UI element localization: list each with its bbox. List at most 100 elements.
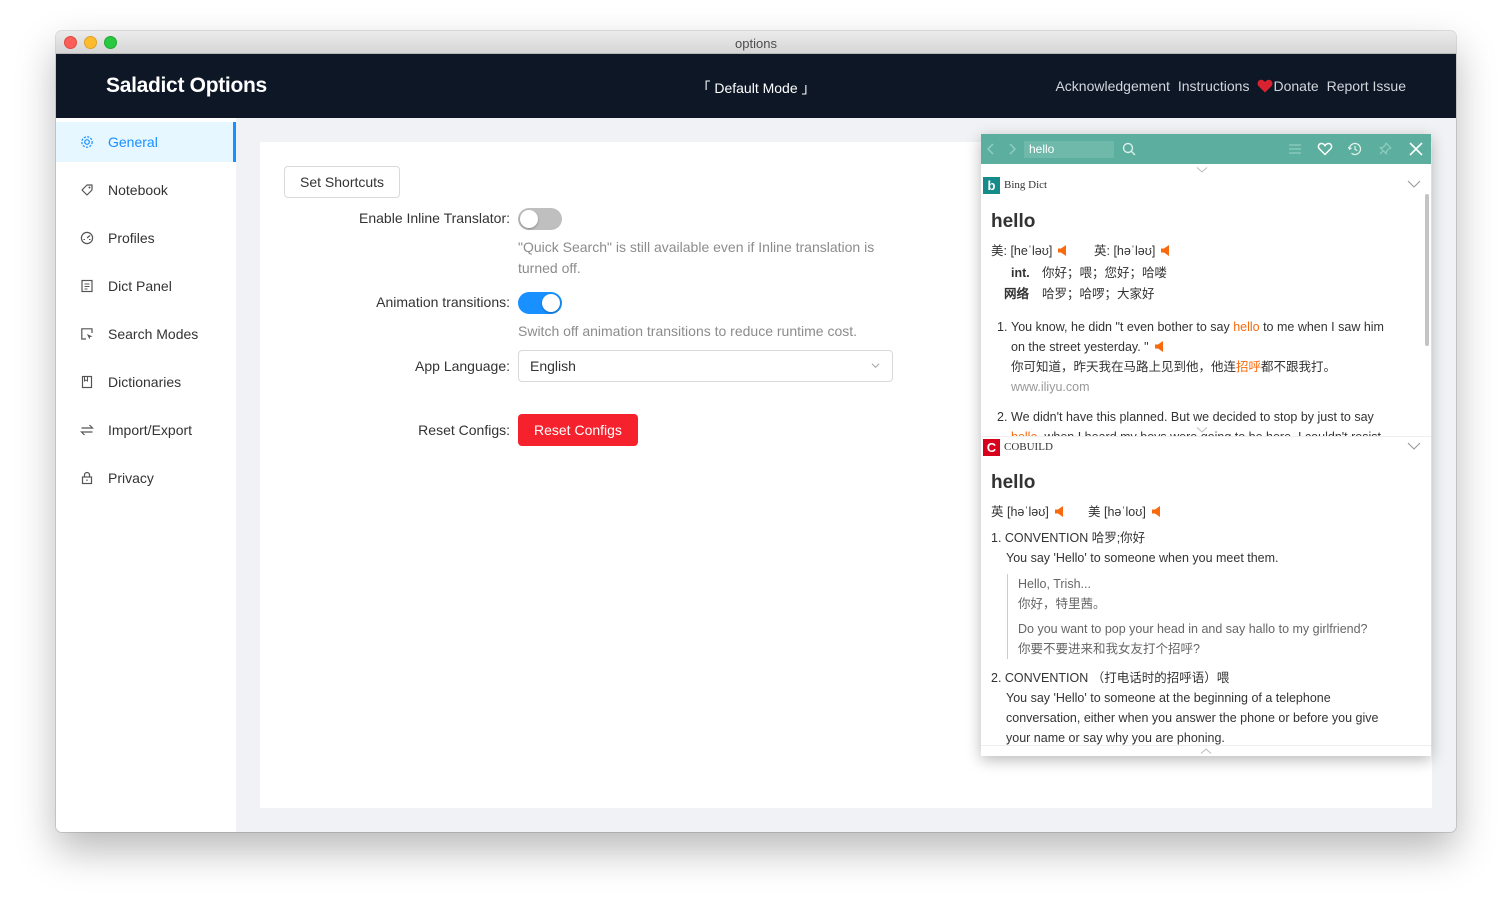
sidebar-item-import-export[interactable]: Import/Export (56, 410, 236, 450)
speaker-icon[interactable] (1154, 341, 1166, 352)
set-shortcuts-button[interactable]: Set Shortcuts (284, 166, 401, 198)
swap-icon (80, 424, 94, 436)
cobuild-example: Hello, Trish... 你好，特里茜。 Do you want to p… (1007, 574, 1368, 659)
pin-icon[interactable] (1377, 141, 1393, 157)
cobuild-sense-definition: You say 'Hello' to someone at the beginn… (1006, 691, 1331, 705)
speaker-icon[interactable] (1054, 506, 1066, 517)
panel-icon (81, 279, 93, 293)
sidebar-item-label: Profiles (108, 230, 155, 246)
chevron-down-icon[interactable] (1196, 426, 1208, 434)
sidebar-item-label: General (108, 134, 158, 150)
chevron-down-icon[interactable] (1407, 441, 1421, 451)
sidebar-item-general[interactable]: General (56, 122, 236, 162)
cobuild-uk-phonetic: 英 [həˈləʊ] (991, 501, 1066, 520)
panel-menubar: hello (981, 134, 1431, 164)
app-window: options Saladict Options 「 Default Mode … (56, 31, 1456, 832)
sidebar-item-label: Search Modes (108, 326, 199, 342)
chevron-down-icon[interactable] (1196, 166, 1208, 174)
bing-dict-name: Bing Dict (1004, 179, 1048, 191)
sidebar-item-label: Dict Panel (108, 278, 172, 294)
sidebar-item-label: Dictionaries (108, 374, 182, 390)
donate-label: Donate (1273, 78, 1319, 94)
reset-configs-button[interactable]: Reset Configs (518, 414, 638, 446)
animation-label: Animation transitions: (376, 294, 510, 310)
lock-icon (81, 471, 93, 485)
forward-icon[interactable] (1004, 141, 1020, 157)
cobuild-sense-definition: conversation, either when you answer the… (1006, 711, 1379, 725)
bing-pos: int. (1011, 266, 1030, 280)
close-icon[interactable] (1408, 141, 1424, 157)
gear-icon (81, 136, 93, 148)
bing-example-en: on the street yesterday. " (1011, 337, 1166, 357)
bing-meaning: 你好；喂；您好；哈喽 (1042, 266, 1168, 280)
select-icon (81, 328, 93, 340)
speaker-icon[interactable] (1151, 506, 1163, 517)
instructions-link[interactable]: Instructions (1178, 78, 1250, 94)
heart-icon (1258, 79, 1273, 93)
app-header: Saladict Options 「 Default Mode 」 Acknow… (56, 54, 1456, 118)
back-icon[interactable] (983, 141, 999, 157)
cobuild-example-zh: 你要不要进来和我女友打个招呼? (1018, 642, 1200, 656)
report-issue-link[interactable]: Report Issue (1327, 78, 1406, 94)
cobuild-dict-name: COBUILD (1004, 441, 1053, 453)
animation-switch[interactable] (518, 292, 562, 314)
panel-footer (981, 745, 1431, 756)
chevron-down-icon[interactable] (1407, 179, 1421, 189)
speaker-icon[interactable] (1161, 245, 1172, 256)
sidebar-item-search-modes[interactable]: Search Modes (56, 314, 236, 354)
bing-logo-icon: b (983, 177, 1000, 194)
bing-meaning: 哈罗；哈啰；大家好 (1042, 287, 1155, 301)
dict-panel: hello b Bing Dict hello 美: [heˈləʊ] 英: [… (981, 134, 1431, 756)
tag-icon (81, 184, 93, 196)
heart-outline-icon[interactable] (1317, 141, 1333, 157)
sidebar-item-dict-panel[interactable]: Dict Panel (56, 266, 236, 306)
cobuild-word: hello (991, 472, 1036, 493)
bing-example-number: 2. (997, 410, 1008, 424)
inline-translator-help: "Quick Search" is still available even i… (518, 239, 875, 276)
inline-translator-switch[interactable] (518, 208, 562, 230)
cobuild-sense-definition: your name or say why you are phoning. (1006, 731, 1225, 745)
panel-search-input[interactable]: hello (1024, 141, 1114, 158)
title-bar: options (56, 31, 1456, 54)
book-icon (81, 375, 93, 389)
bing-uk-phonetic: 英: [həˈləʊ] (1094, 240, 1172, 259)
speaker-icon[interactable] (1058, 245, 1069, 256)
donate-link[interactable]: Donate (1257, 78, 1319, 94)
sidebar-item-notebook[interactable]: Notebook (56, 170, 236, 210)
cobuild-example-en: Do you want to pop your head in and say … (1018, 622, 1368, 636)
history-icon[interactable] (1347, 141, 1363, 157)
cobuild-sense-heading: 1. CONVENTION 哈罗;你好 (991, 531, 1146, 545)
bing-example-number: 1. (997, 320, 1008, 334)
cobuild-example-en: Hello, Trish... (1018, 577, 1091, 591)
scrollbar[interactable] (1425, 194, 1429, 346)
chevron-down-icon (871, 363, 880, 369)
sidebar-item-label: Privacy (108, 470, 154, 486)
cobuild-sense-heading: 2. CONVENTION （打电话时的招呼语）喂 (991, 671, 1230, 685)
bing-pos: 网络 (1004, 287, 1030, 301)
chevron-up-icon[interactable] (1200, 747, 1212, 755)
header-links: Acknowledgement Instructions Donate Repo… (1055, 78, 1406, 94)
acknowledgement-link[interactable]: Acknowledgement (1055, 78, 1169, 94)
sidebar-item-dictionaries[interactable]: Dictionaries (56, 362, 236, 402)
app-language-select[interactable]: English (518, 350, 893, 382)
cobuild-dict-body: hello 英 [həˈləʊ] 美 [həˈloʊ] 1. CONVENTIO… (981, 458, 1427, 745)
app-language-label: App Language: (415, 358, 510, 374)
sidebar-item-profiles[interactable]: Profiles (56, 218, 236, 258)
bing-dict-header[interactable]: b Bing Dict (981, 175, 1431, 197)
sidebar-item-label: Notebook (108, 182, 168, 198)
sidebar: General Notebook Profiles Dict Panel Sea… (56, 118, 236, 832)
bing-example-source[interactable]: www.iliyu.com (1011, 377, 1090, 397)
menu-icon[interactable] (1287, 141, 1303, 157)
bing-word: hello (991, 211, 1036, 232)
search-icon[interactable] (1121, 141, 1137, 157)
reset-configs-label: Reset Configs: (418, 422, 510, 438)
animation-help: Switch off animation transitions to redu… (518, 323, 858, 339)
dashboard-icon (80, 231, 94, 245)
bing-dict-body: hello 美: [heˈləʊ] 英: [həˈləʊ] int. 你好；喂；… (981, 197, 1427, 439)
cobuild-dict-header[interactable]: C COBUILD (981, 436, 1431, 458)
cobuild-example-zh: 你好，特里茜。 (1018, 597, 1106, 611)
window-title: options (735, 36, 777, 51)
sidebar-item-privacy[interactable]: Privacy (56, 458, 236, 498)
sidebar-item-label: Import/Export (108, 422, 193, 438)
switch-knob (542, 294, 560, 312)
